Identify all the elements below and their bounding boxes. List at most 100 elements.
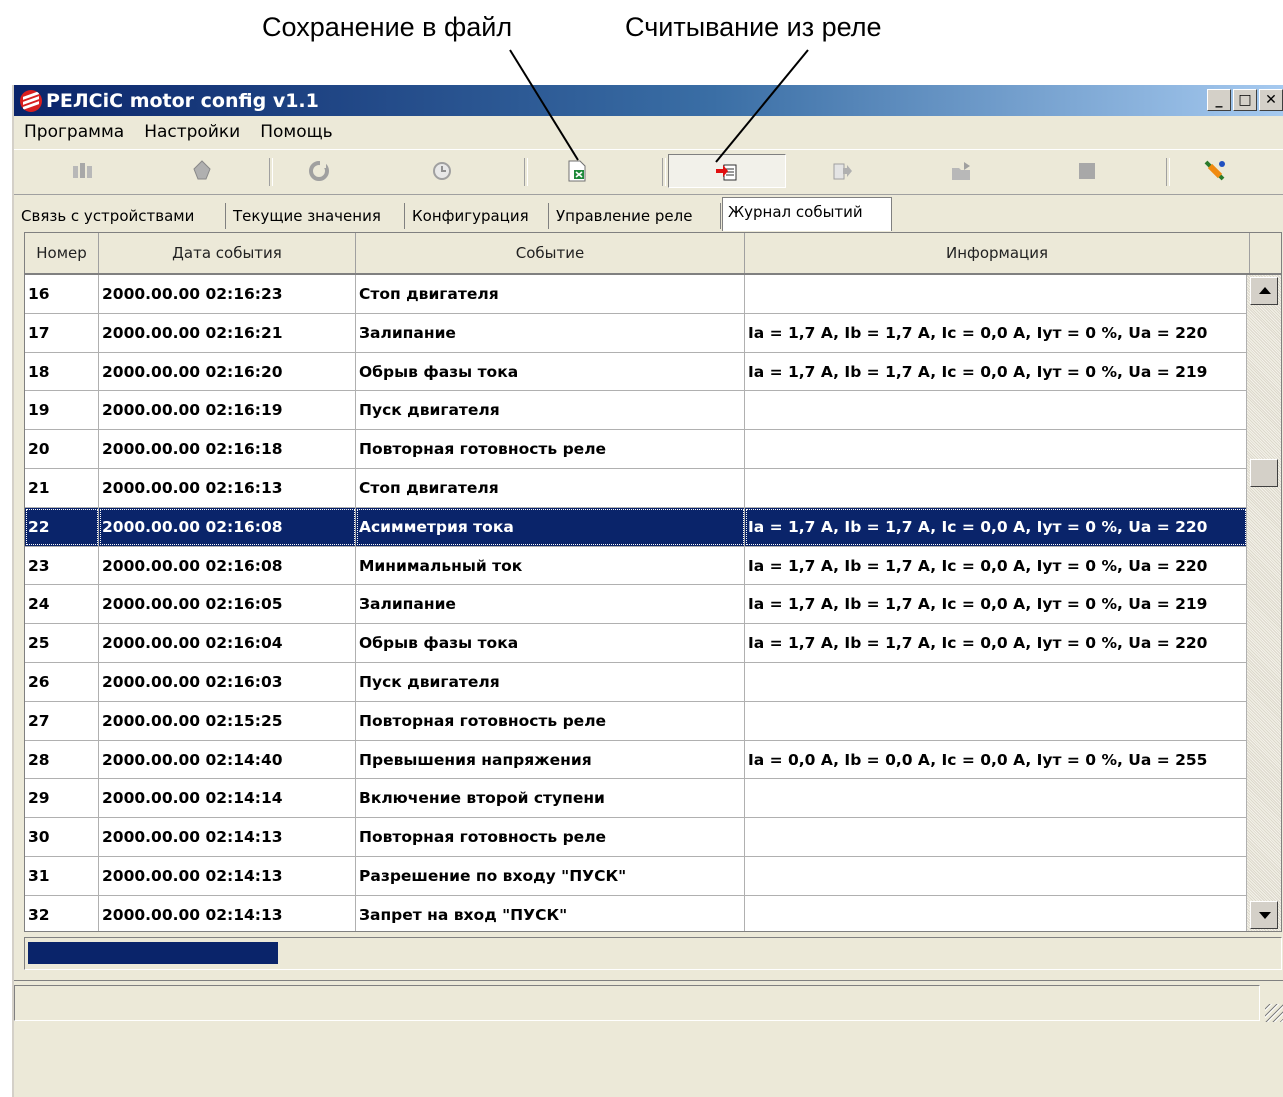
- tab-event-log[interactable]: Журнал событий: [722, 197, 892, 231]
- table-row[interactable]: 28 2000.00.00 02:14:40 Превышения напряжен…: [25, 740, 1247, 780]
- cell-event: Обрыв фазы тока: [356, 352, 745, 391]
- app-logo-icon: [20, 90, 42, 112]
- cell-info: [745, 662, 1247, 701]
- table-row[interactable]: 32 2000.00.00 02:14:13 Запрет на вход "ПУС…: [25, 895, 1247, 931]
- cell-event: Стоп двигателя: [356, 468, 745, 507]
- tab-configuration[interactable]: Конфигурация: [407, 203, 549, 229]
- table-row[interactable]: 19 2000.00.00 02:16:19 Пуск двигателя: [25, 391, 1247, 431]
- table-row[interactable]: 18 2000.00.00 02:16:20 Обрыв фазы тока Ia =…: [25, 352, 1247, 392]
- cell-number: 30: [25, 818, 99, 856]
- cell-number: 17: [25, 313, 99, 352]
- cell-date: 2000.00.00 02:14:14: [99, 779, 356, 818]
- header-info[interactable]: Информация: [745, 233, 1250, 273]
- table-row[interactable]: 23 2000.00.00 02:16:08 Минимальный ток Ia =…: [25, 546, 1247, 586]
- load-button[interactable]: [944, 154, 980, 188]
- clock-icon: [433, 162, 451, 180]
- cell-number: 19: [25, 391, 99, 430]
- cell-info: [745, 468, 1247, 507]
- table-row[interactable]: 25 2000.00.00 02:16:04 Обрыв фазы тока Ia =…: [25, 624, 1247, 663]
- table-header: Номер Дата события Событие Информация: [25, 233, 1281, 275]
- cell-info: Ia = 1,7 A, Ib = 1,7 A, Ic = 0,0 A, Iут …: [745, 313, 1247, 352]
- cell-number: 32: [25, 895, 99, 931]
- event-table: Номер Дата события Событие Информация 16…: [24, 232, 1282, 932]
- cell-date: 2000.00.00 02:16:13: [99, 468, 356, 507]
- disconnect-button[interactable]: [1197, 154, 1233, 188]
- table-row[interactable]: 30 2000.00.00 02:14:13 Повторная готовност…: [25, 818, 1247, 857]
- cell-event: Запрет на вход "ПУСК": [356, 895, 745, 931]
- callout-read-from-relay: Считывание из реле: [625, 12, 882, 42]
- scroll-up-button[interactable]: [1250, 277, 1278, 305]
- cell-number: 29: [25, 779, 99, 818]
- devices-button[interactable]: [64, 154, 100, 188]
- cell-number: 23: [25, 546, 99, 585]
- cell-number: 28: [25, 740, 99, 779]
- title-bar[interactable]: РЕЛСіС motor config v1.1 _ □ ✕: [14, 85, 1283, 116]
- save-file-button[interactable]: [559, 154, 595, 188]
- close-button[interactable]: ✕: [1259, 89, 1283, 111]
- write-relay-button[interactable]: [824, 154, 860, 188]
- cell-number: 22: [25, 507, 99, 546]
- cell-info: [745, 779, 1247, 818]
- devices-icon: [73, 163, 92, 178]
- tab-relay-control[interactable]: Управление реле: [551, 203, 721, 229]
- app-window: РЕЛСіС motor config v1.1 _ □ ✕ Программа…: [12, 85, 1283, 1097]
- callout-save-to-file: Сохранение в файл: [262, 12, 513, 42]
- scroll-down-button[interactable]: [1250, 901, 1278, 929]
- cell-event: Минимальный ток: [356, 546, 745, 585]
- cell-number: 27: [25, 701, 99, 740]
- status-field: [14, 985, 1260, 1021]
- table-row[interactable]: 24 2000.00.00 02:16:05 Залипание Ia = 1,7 A…: [25, 585, 1247, 625]
- load-icon: [952, 162, 970, 180]
- menu-program[interactable]: Программа: [14, 122, 134, 142]
- header-number[interactable]: Номер: [25, 233, 99, 273]
- write-relay-icon: [833, 163, 852, 180]
- cell-date: 2000.00.00 02:16:05: [99, 585, 356, 624]
- read-relay-button[interactable]: [668, 154, 786, 188]
- cell-event: Включение второй ступени: [356, 779, 745, 818]
- refresh-button[interactable]: [301, 154, 337, 188]
- table-row[interactable]: 26 2000.00.00 02:16:03 Пуск двигателя: [25, 662, 1247, 702]
- header-event[interactable]: Событие: [356, 233, 745, 273]
- header-date[interactable]: Дата события: [99, 233, 356, 273]
- table-row[interactable]: 20 2000.00.00 02:16:18 Повторная готовност…: [25, 430, 1247, 469]
- table-row[interactable]: 27 2000.00.00 02:15:25 Повторная готовност…: [25, 701, 1247, 741]
- cell-info: [745, 895, 1247, 931]
- tab-current-values[interactable]: Текущие значения: [228, 203, 405, 229]
- stop-button[interactable]: [1069, 154, 1105, 188]
- cell-date: 2000.00.00 02:14:13: [99, 856, 356, 895]
- cell-info: Ia = 1,7 A, Ib = 1,7 A, Ic = 0,0 A, Iут …: [745, 352, 1247, 391]
- clock-button[interactable]: [424, 154, 460, 188]
- vertical-scrollbar[interactable]: [1247, 275, 1281, 931]
- cell-info: [745, 430, 1247, 468]
- table-row[interactable]: 22 2000.00.00 02:16:08 Асимметрия тока Ia =…: [25, 507, 1247, 547]
- tab-devices[interactable]: Связь с устройствами: [16, 203, 226, 229]
- table-row[interactable]: 29 2000.00.00 02:14:14 Включение второй ст…: [25, 779, 1247, 819]
- tab-strip: Связь с устройствами Текущие значения Ко…: [14, 197, 1283, 231]
- relay-button[interactable]: [184, 154, 220, 188]
- cell-event: Асимметрия тока: [356, 507, 745, 546]
- cell-date: 2000.00.00 02:14:40: [99, 740, 356, 779]
- cell-date: 2000.00.00 02:16:23: [99, 275, 356, 313]
- cell-number: 18: [25, 352, 99, 391]
- menu-settings[interactable]: Настройки: [134, 122, 250, 142]
- cell-date: 2000.00.00 02:14:13: [99, 818, 356, 856]
- menu-help[interactable]: Помощь: [250, 122, 342, 142]
- cell-event: Разрешение по входу "ПУСК": [356, 856, 745, 895]
- minimize-button[interactable]: _: [1207, 89, 1231, 111]
- cell-date: 2000.00.00 02:16:08: [99, 546, 356, 585]
- refresh-icon: [309, 160, 329, 181]
- table-row[interactable]: 21 2000.00.00 02:16:13 Стоп двигателя: [25, 468, 1247, 508]
- cell-info: [745, 391, 1247, 430]
- table-row[interactable]: 16 2000.00.00 02:16:23 Стоп двигателя: [25, 275, 1247, 314]
- cell-number: 24: [25, 585, 99, 624]
- cell-event: Залипание: [356, 585, 745, 624]
- read-relay-icon: [716, 164, 737, 181]
- resize-grip-icon[interactable]: [1265, 1004, 1283, 1022]
- maximize-button[interactable]: □: [1233, 89, 1257, 111]
- cell-date: 2000.00.00 02:15:25: [99, 701, 356, 740]
- table-row[interactable]: 17 2000.00.00 02:16:21 Залипание Ia = 1,7 A…: [25, 313, 1247, 353]
- cell-info: Ia = 1,7 A, Ib = 1,7 A, Ic = 0,0 A, Iут …: [745, 624, 1247, 662]
- table-row[interactable]: 31 2000.00.00 02:14:13 Разрешение по входу…: [25, 856, 1247, 896]
- cell-date: 2000.00.00 02:16:03: [99, 662, 356, 701]
- scroll-thumb[interactable]: [1250, 459, 1278, 487]
